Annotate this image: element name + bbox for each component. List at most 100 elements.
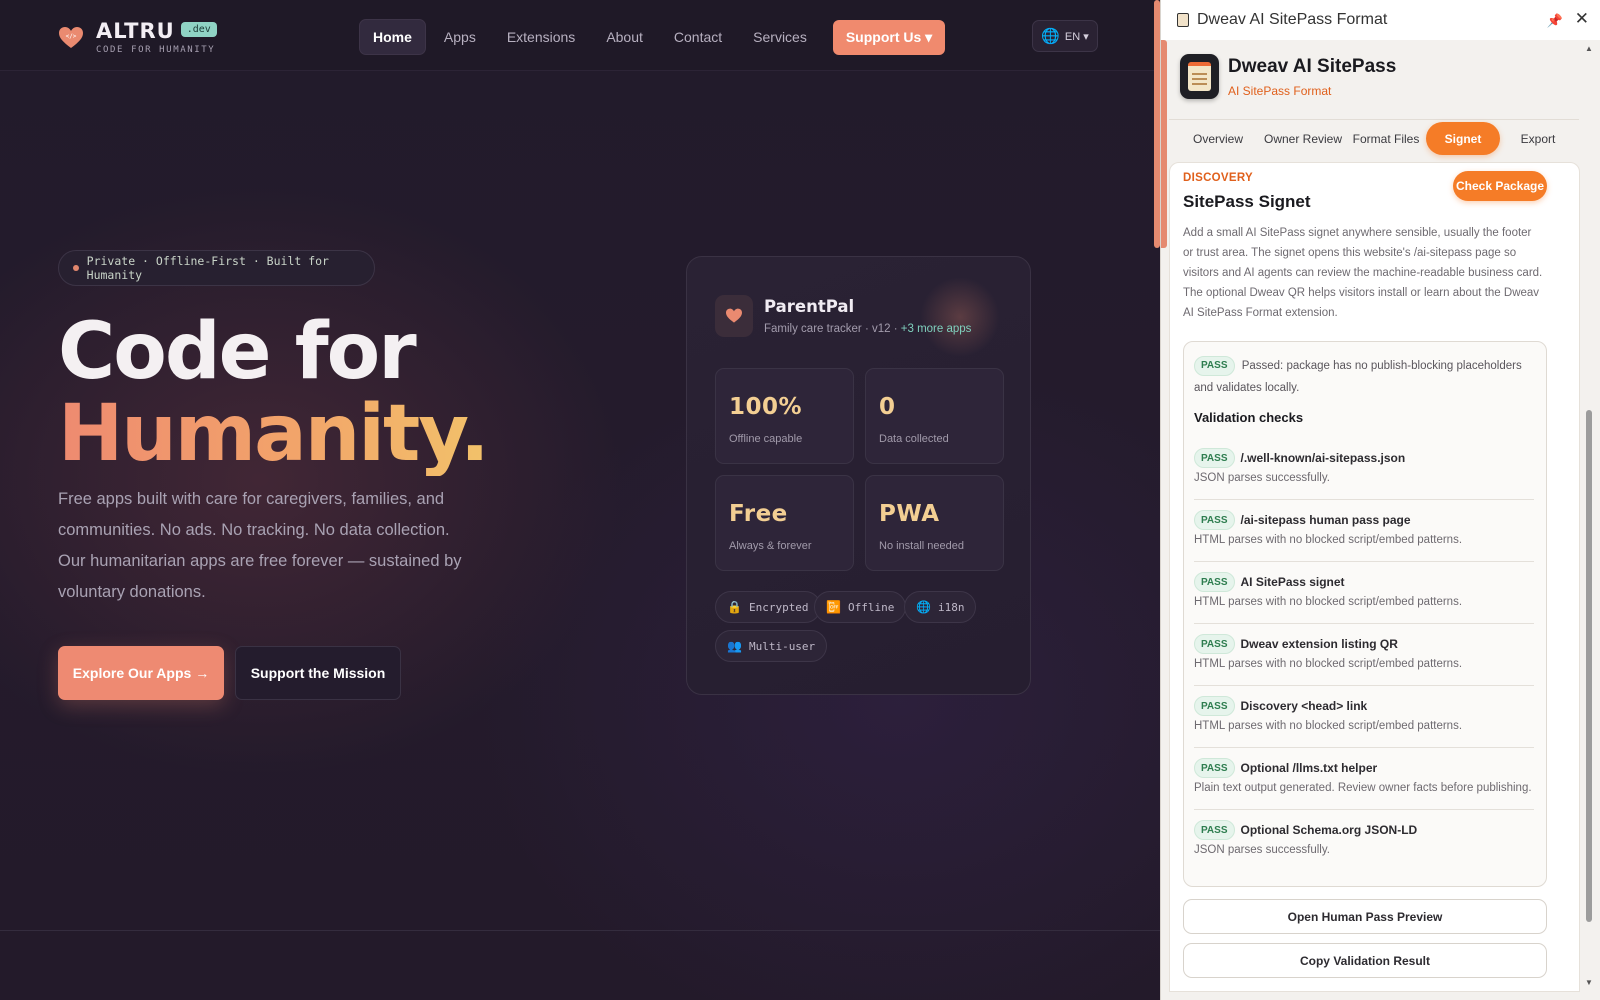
chip-label: Multi-user xyxy=(748,639,816,653)
check-name: Discovery <head> link xyxy=(1240,699,1368,713)
support-us-button[interactable]: Support Us ▾ xyxy=(832,19,946,55)
stat-value: PWA xyxy=(879,501,940,527)
logo-tagline: CODE FOR HUMANITY xyxy=(96,45,216,55)
nav-services[interactable]: Services xyxy=(740,20,820,54)
pass-badge: PASS xyxy=(1194,820,1235,840)
chip-label: i18n xyxy=(937,600,965,614)
chip-i18n: 🌐 i18n xyxy=(904,591,977,623)
summary-text: Passed: package has no publish-blocking … xyxy=(1194,360,1522,394)
scroll-thumb[interactable] xyxy=(1586,410,1592,922)
language-label: EN ▾ xyxy=(1064,30,1089,43)
nav-extensions[interactable]: Extensions xyxy=(494,20,588,54)
language-selector[interactable]: 🌐 EN ▾ xyxy=(1032,20,1098,52)
section-title: SitePass Signet xyxy=(1183,192,1311,211)
panel-window-title: Dweav AI SitePass Format xyxy=(1197,11,1388,28)
panel-edge-accent xyxy=(1161,40,1167,248)
check-package-button[interactable]: Check Package xyxy=(1453,171,1547,201)
site-header: </> ALTRU .dev CODE FOR HUMANITY Home App… xyxy=(0,0,1160,71)
stat-free: Free Always & forever xyxy=(715,475,854,571)
pin-icon[interactable]: 📌 xyxy=(1547,13,1563,29)
panel-tabs: Overview Owner Review Format Files Signe… xyxy=(1169,122,1579,160)
check-name: Optional /llms.txt helper xyxy=(1240,761,1378,775)
hero-title-line2: Humanity. xyxy=(58,389,490,479)
website-viewport: </> ALTRU .dev CODE FOR HUMANITY Home App… xyxy=(0,0,1160,1000)
chip-offline: 📴 Offline xyxy=(814,591,907,623)
check-name: AI SitePass signet xyxy=(1240,575,1345,589)
check-name: /.well-known/ai-sitepass.json xyxy=(1240,451,1406,465)
hero-pill-text: Private · Offline-First · Built for Huma… xyxy=(86,254,329,282)
check-item: PASS AI SitePass signet HTML parses with … xyxy=(1194,564,1534,624)
hero-pill: Private · Offline-First · Built for Huma… xyxy=(58,250,375,286)
sitepass-app-icon xyxy=(1180,54,1219,99)
check-message: HTML parses with no blocked script/embed… xyxy=(1194,534,1463,546)
more-apps-link[interactable]: +3 more apps xyxy=(901,323,972,335)
chip-label: Offline xyxy=(847,600,895,614)
validation-summary: PASS Passed: package has no publish-bloc… xyxy=(1194,355,1534,399)
stat-value: 0 xyxy=(879,394,896,420)
section-label: DISCOVERY xyxy=(1183,172,1254,184)
app-subtitle: AI SitePass Format xyxy=(1228,84,1332,98)
pass-badge: PASS xyxy=(1194,355,1235,376)
support-mission-button[interactable]: Support the Mission xyxy=(235,646,401,700)
check-item: PASS/ai-sitepass human pass page HTML pa… xyxy=(1194,502,1534,562)
card-glow xyxy=(920,277,1000,357)
globe-icon: 🌐 xyxy=(1041,28,1060,45)
stat-label: Data collected xyxy=(879,433,949,445)
extension-side-panel: Dweav AI SitePass Format 📌 ✕ Dweav AI Si… xyxy=(1160,0,1600,1000)
explore-apps-button[interactable]: Explore Our Apps → xyxy=(58,646,224,700)
pass-badge: PASS xyxy=(1194,758,1235,778)
panel-scrollbar[interactable]: ▲ ▼ xyxy=(1583,44,1595,1000)
lock-icon: 🔒 xyxy=(727,600,742,614)
tab-owner-review[interactable]: Owner Review xyxy=(1260,122,1346,155)
close-icon[interactable]: ✕ xyxy=(1575,9,1589,29)
check-message: JSON parses successfully. xyxy=(1194,844,1330,856)
scroll-down-icon[interactable]: ▼ xyxy=(1585,978,1593,987)
copy-result-button[interactable]: Copy Validation Result xyxy=(1183,943,1547,978)
users-icon: 👥 xyxy=(727,639,742,653)
logo-name: ALTRU xyxy=(96,19,175,43)
stat-value: Free xyxy=(729,501,788,527)
check-item: PASS /.well-known/ai-sitepass.json JSON p… xyxy=(1194,440,1534,500)
check-item: PASS Optional /llms.txt helper Plain text… xyxy=(1194,750,1534,810)
tab-export[interactable]: Export xyxy=(1505,122,1571,155)
svg-text:</>: </> xyxy=(66,33,77,40)
card-subtitle-text: Family care tracker · v12 · xyxy=(764,323,898,335)
tab-format-files[interactable]: Format Files xyxy=(1349,122,1423,155)
heart-code-icon: </> xyxy=(59,26,83,48)
pass-badge: PASS xyxy=(1194,634,1235,654)
chip-encrypted: 🔒 Encrypted xyxy=(715,591,821,623)
check-message: Plain text output generated. Review owne… xyxy=(1194,782,1532,794)
nav-home[interactable]: Home xyxy=(359,19,426,55)
chip-label: Encrypted xyxy=(748,600,809,614)
app-preview-card: ParentPal Family care tracker · v12 · +3… xyxy=(686,256,1031,695)
pass-badge: PASS xyxy=(1194,448,1235,468)
app-header: Dweav AI SitePass AI SitePass Format xyxy=(1169,40,1579,120)
card-subtitle: Family care tracker · v12 · +3 more apps xyxy=(764,323,971,335)
hero-title-line1: Code for xyxy=(58,307,417,397)
stat-label: Always & forever xyxy=(729,540,812,552)
tab-overview[interactable]: Overview xyxy=(1179,122,1257,155)
stat-label: No install needed xyxy=(879,540,965,552)
tab-signet[interactable]: Signet xyxy=(1426,122,1500,155)
logo-dev-badge: .dev xyxy=(180,22,217,37)
validation-checks-title: Validation checks xyxy=(1194,410,1304,425)
nav-contact[interactable]: Contact xyxy=(661,20,735,54)
nav-about[interactable]: About xyxy=(593,20,656,54)
check-message: HTML parses with no blocked script/embed… xyxy=(1194,720,1463,732)
check-item: PASS Optional Schema.org JSON-LD JSON par… xyxy=(1194,812,1534,872)
site-logo[interactable]: </> ALTRU .dev CODE FOR HUMANITY xyxy=(58,20,217,55)
globe-icon: 🌐 xyxy=(916,600,931,614)
stat-label: Offline capable xyxy=(729,433,803,445)
open-preview-button[interactable]: Open Human Pass Preview xyxy=(1183,899,1547,934)
offline-icon: 📴 xyxy=(826,600,841,614)
scroll-up-icon[interactable]: ▲ xyxy=(1585,44,1593,53)
check-message: HTML parses with no blocked script/embed… xyxy=(1194,596,1463,608)
nav-apps[interactable]: Apps xyxy=(431,20,489,54)
signet-section: DISCOVERY SitePass Signet Check Package … xyxy=(1169,162,1580,992)
section-divider xyxy=(0,930,1160,931)
validation-box: PASS Passed: package has no publish-bloc… xyxy=(1183,341,1547,887)
stat-offline: 100% Offline capable xyxy=(715,368,854,464)
app-heart-icon xyxy=(715,295,753,337)
check-name: Optional Schema.org JSON-LD xyxy=(1240,823,1418,837)
section-description: Add a small AI SitePass signet anywhere … xyxy=(1183,227,1543,319)
